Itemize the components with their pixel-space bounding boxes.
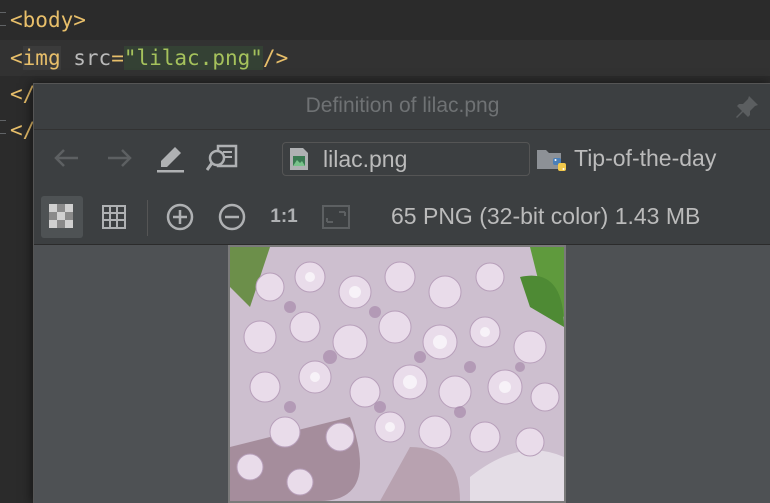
actual-size-icon: 1:1 (270, 206, 298, 227)
code-token: body (22, 8, 74, 32)
pencil-icon (157, 147, 184, 173)
edit-source-button[interactable] (154, 142, 186, 174)
image-info: 65 PNG (32-bit color) 1.43 MB (391, 203, 701, 229)
zoom-out-button[interactable] (211, 196, 253, 238)
zoom-out-icon (218, 203, 246, 231)
definition-popup[interactable]: Definition of lilac.png lilac.png Tip-of… (33, 83, 770, 503)
code-token: </ (10, 118, 36, 142)
image-toolbar: 1:1 65 PNG (32-bit color) 1.43 MB (34, 188, 770, 245)
code-line-img[interactable]: <img src="lilac.png"/> (0, 40, 770, 76)
code-token: > (73, 8, 86, 32)
pin-icon[interactable] (733, 93, 761, 121)
fold-marker[interactable] (0, 120, 6, 134)
file-name: lilac.png (323, 146, 408, 172)
code-token: img (22, 46, 61, 70)
code-token: < (10, 8, 23, 32)
code-token: </ (10, 82, 36, 106)
chessboard-icon (49, 204, 73, 228)
zoom-in-button[interactable] (159, 196, 201, 238)
file-selector[interactable]: lilac.png (282, 142, 530, 176)
grid-icon (102, 205, 126, 229)
code-token: < (10, 46, 23, 70)
code-token: "lilac.png" (123, 46, 263, 70)
navigation-bar: lilac.png Tip-of-the-day (34, 129, 770, 189)
grid-toggle[interactable] (93, 196, 135, 238)
image-canvas[interactable] (34, 245, 770, 503)
actual-size-button[interactable]: 1:1 (263, 196, 305, 238)
zoom-in-icon (166, 203, 194, 231)
arrow-right-icon (108, 149, 132, 167)
image-file-icon (290, 148, 308, 170)
toolbar-separator (147, 200, 148, 236)
popup-title: Definition of lilac.png (305, 94, 500, 117)
python-folder-icon (537, 150, 566, 171)
fit-zoom-button[interactable] (315, 196, 357, 238)
code-token: = (111, 46, 124, 70)
arrow-left-icon (54, 149, 78, 167)
forward-button[interactable] (104, 142, 136, 174)
fit-zoom-icon (322, 205, 350, 229)
code-token: src (73, 46, 112, 70)
code-line-body[interactable]: <body> (10, 2, 86, 38)
code-line-partial[interactable]: </ (10, 76, 35, 112)
fold-marker[interactable] (0, 12, 6, 26)
module-name: Tip-of-the-day (574, 145, 717, 171)
code-line-partial[interactable]: </ (10, 112, 35, 148)
find-usages-button[interactable] (206, 142, 238, 174)
chessboard-toggle[interactable] (41, 196, 83, 238)
lilac-photo (230, 247, 564, 501)
find-usages-icon (206, 144, 238, 171)
image-preview (228, 245, 566, 503)
back-button[interactable] (50, 142, 82, 174)
code-token: /> (262, 46, 289, 70)
